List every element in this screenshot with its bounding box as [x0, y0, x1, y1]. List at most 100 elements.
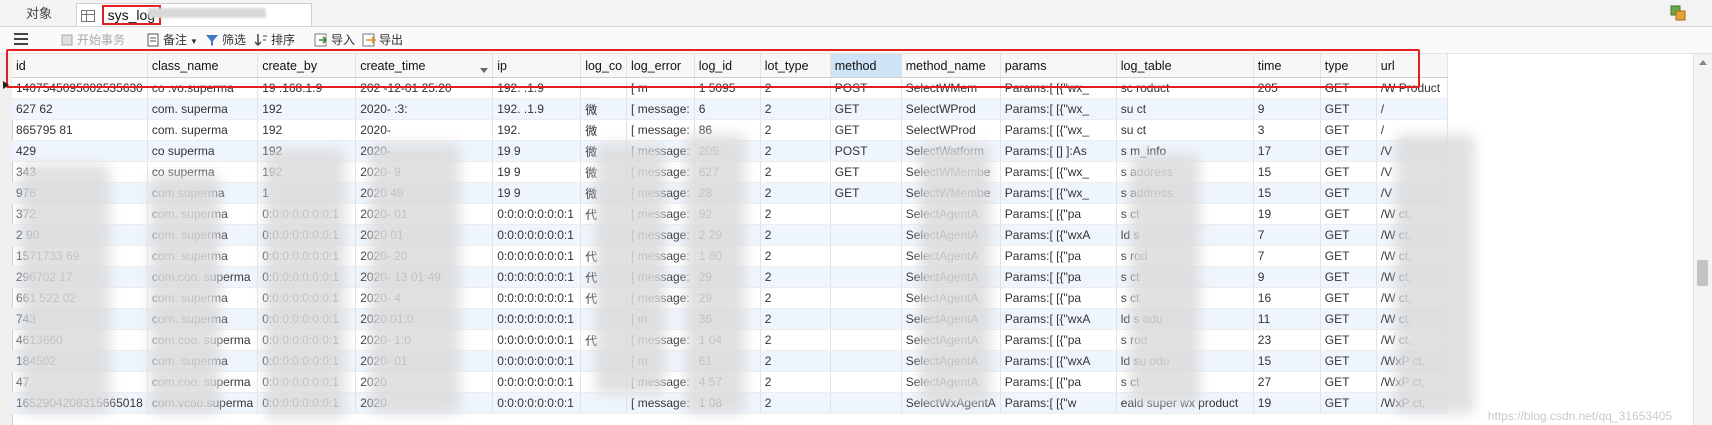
- vertical-scrollbar[interactable]: [1693, 54, 1712, 425]
- cell-params[interactable]: Params:[ [{"pa: [1000, 266, 1117, 288]
- cell-lot-type[interactable]: 2: [760, 392, 831, 414]
- column-header-type[interactable]: type: [1320, 54, 1377, 78]
- data-grid[interactable]: id class_name create_by create_time ip log_co…: [0, 54, 1672, 425]
- cell-ip[interactable]: 19 9: [492, 182, 582, 204]
- cell-params[interactable]: Params:[ [{"wxA: [1000, 308, 1117, 330]
- cell-log-table[interactable]: su ct: [1116, 119, 1254, 141]
- cell-method[interactable]: [830, 203, 902, 225]
- cell-id[interactable]: 429: [12, 140, 148, 162]
- cell-method[interactable]: GET: [830, 98, 902, 120]
- menu-icon[interactable]: [14, 33, 28, 45]
- cell-method[interactable]: [830, 350, 902, 372]
- cell-time[interactable]: 9: [1253, 266, 1321, 288]
- cell-lot-type[interactable]: 2: [760, 350, 831, 372]
- cell-type[interactable]: GET: [1320, 392, 1377, 414]
- cell-lot-type[interactable]: 2: [760, 77, 831, 99]
- cell-params[interactable]: Params:[ [{"pa: [1000, 245, 1117, 267]
- scroll-thumb[interactable]: [1697, 260, 1708, 286]
- cell-method[interactable]: [830, 392, 902, 414]
- cell-log-error[interactable]: [ message:: [626, 119, 695, 141]
- cell-log-table[interactable]: su ct: [1116, 98, 1254, 120]
- cell-log-co[interactable]: [580, 392, 628, 414]
- cell-method[interactable]: GET: [830, 119, 902, 141]
- cell-params[interactable]: Params:[ [{"wx_: [1000, 161, 1117, 183]
- cell-lot-type[interactable]: 2: [760, 161, 831, 183]
- cell-type[interactable]: GET: [1320, 98, 1377, 120]
- cell-type[interactable]: GET: [1320, 77, 1377, 99]
- cell-log-error[interactable]: [ m: [626, 77, 695, 99]
- cell-create-by[interactable]: 19 .168.1.9: [257, 77, 357, 99]
- cell-lot-type[interactable]: 2: [760, 140, 831, 162]
- cell-type[interactable]: GET: [1320, 182, 1377, 204]
- cell-method-name[interactable]: SelectWMem: [901, 77, 1001, 99]
- cell-url[interactable]: /W Product: [1376, 77, 1448, 99]
- cell-method[interactable]: POST: [830, 140, 902, 162]
- cell-time[interactable]: 15: [1253, 161, 1321, 183]
- cell-lot-type[interactable]: 2: [760, 329, 831, 351]
- cell-params[interactable]: Params:[ [{"wx_: [1000, 98, 1117, 120]
- column-header-params[interactable]: params: [1000, 54, 1117, 78]
- cell-time[interactable]: 17: [1253, 140, 1321, 162]
- column-header-id[interactable]: id: [12, 54, 148, 78]
- cell-create-time[interactable]: 2020- :3:: [355, 98, 494, 120]
- cell-time[interactable]: 27: [1253, 371, 1321, 393]
- note-button[interactable]: 备注 ▼: [146, 31, 198, 49]
- column-header-create-time[interactable]: create_time: [355, 54, 494, 78]
- cell-id[interactable]: 627 62: [12, 98, 148, 120]
- cell-type[interactable]: GET: [1320, 371, 1377, 393]
- cell-log-id[interactable]: 1 5095: [694, 77, 761, 99]
- cell-time[interactable]: 9: [1253, 98, 1321, 120]
- cell-lot-type[interactable]: 2: [760, 245, 831, 267]
- cell-log-co[interactable]: 微: [580, 98, 628, 120]
- cell-type[interactable]: GET: [1320, 224, 1377, 246]
- cell-lot-type[interactable]: 2: [760, 308, 831, 330]
- cell-method[interactable]: [830, 329, 902, 351]
- cell-method[interactable]: GET: [830, 182, 902, 204]
- cell-type[interactable]: GET: [1320, 119, 1377, 141]
- cell-time[interactable]: 3: [1253, 119, 1321, 141]
- cell-time[interactable]: 19: [1253, 203, 1321, 225]
- cell-lot-type[interactable]: 2: [760, 371, 831, 393]
- cell-url[interactable]: /: [1376, 98, 1448, 120]
- column-header-ip[interactable]: ip: [492, 54, 582, 78]
- cell-method[interactable]: [830, 224, 902, 246]
- sort-button[interactable]: 排序: [254, 31, 295, 49]
- column-header-method[interactable]: method: [830, 54, 902, 78]
- cell-class-name[interactable]: com. superma: [147, 119, 259, 141]
- cell-params[interactable]: Params:[ [{"pa: [1000, 287, 1117, 309]
- cell-method[interactable]: [830, 245, 902, 267]
- cell-ip[interactable]: 0:0:0:0:0:0:0:1: [492, 329, 582, 351]
- cell-lot-type[interactable]: 2: [760, 119, 831, 141]
- cell-create-time[interactable]: 202 -12-01 25:20: [355, 77, 494, 99]
- cell-create-by[interactable]: 192: [257, 119, 357, 141]
- table-row[interactable]: 1407545095002535630 co .vo.superma 19 .168…: [12, 77, 1448, 99]
- column-header-log-error[interactable]: log_error: [626, 54, 695, 78]
- cell-params[interactable]: Params:[ [{"wx_: [1000, 77, 1117, 99]
- cell-params[interactable]: Params:[ [{"pa: [1000, 371, 1117, 393]
- cell-create-by[interactable]: 192: [257, 98, 357, 120]
- cell-time[interactable]: 19: [1253, 392, 1321, 414]
- cell-params[interactable]: Params:[ [] ]:As: [1000, 140, 1117, 162]
- cell-params[interactable]: Params:[ [{"w: [1000, 392, 1117, 414]
- cell-log-co[interactable]: 微: [580, 119, 628, 141]
- cell-type[interactable]: GET: [1320, 329, 1377, 351]
- cell-class-name[interactable]: co .vo.superma: [147, 77, 259, 99]
- column-header-method-name[interactable]: method_name: [901, 54, 1001, 78]
- cell-ip[interactable]: 0:0:0:0:0:0:0:1: [492, 392, 582, 414]
- cell-method[interactable]: [830, 287, 902, 309]
- cell-type[interactable]: GET: [1320, 161, 1377, 183]
- column-header-time[interactable]: time: [1253, 54, 1321, 78]
- cell-ip[interactable]: 0:0:0:0:0:0:0:1: [492, 350, 582, 372]
- column-header-lot-type[interactable]: lot_type: [760, 54, 831, 78]
- cell-id[interactable]: 865795 81: [12, 119, 148, 141]
- cell-class-name[interactable]: co superma: [147, 140, 259, 162]
- cell-ip[interactable]: 0:0:0:0:0:0:0:1: [492, 266, 582, 288]
- cell-method-name[interactable]: SelectWProd: [901, 98, 1001, 120]
- cell-ip[interactable]: 0:0:0:0:0:0:0:1: [492, 203, 582, 225]
- cell-time[interactable]: 15: [1253, 350, 1321, 372]
- column-header-url[interactable]: url: [1376, 54, 1448, 78]
- cell-log-error[interactable]: [ message:: [626, 98, 695, 120]
- cell-class-name[interactable]: com. superma: [147, 98, 259, 120]
- cell-time[interactable]: 15: [1253, 182, 1321, 204]
- cell-method[interactable]: [830, 266, 902, 288]
